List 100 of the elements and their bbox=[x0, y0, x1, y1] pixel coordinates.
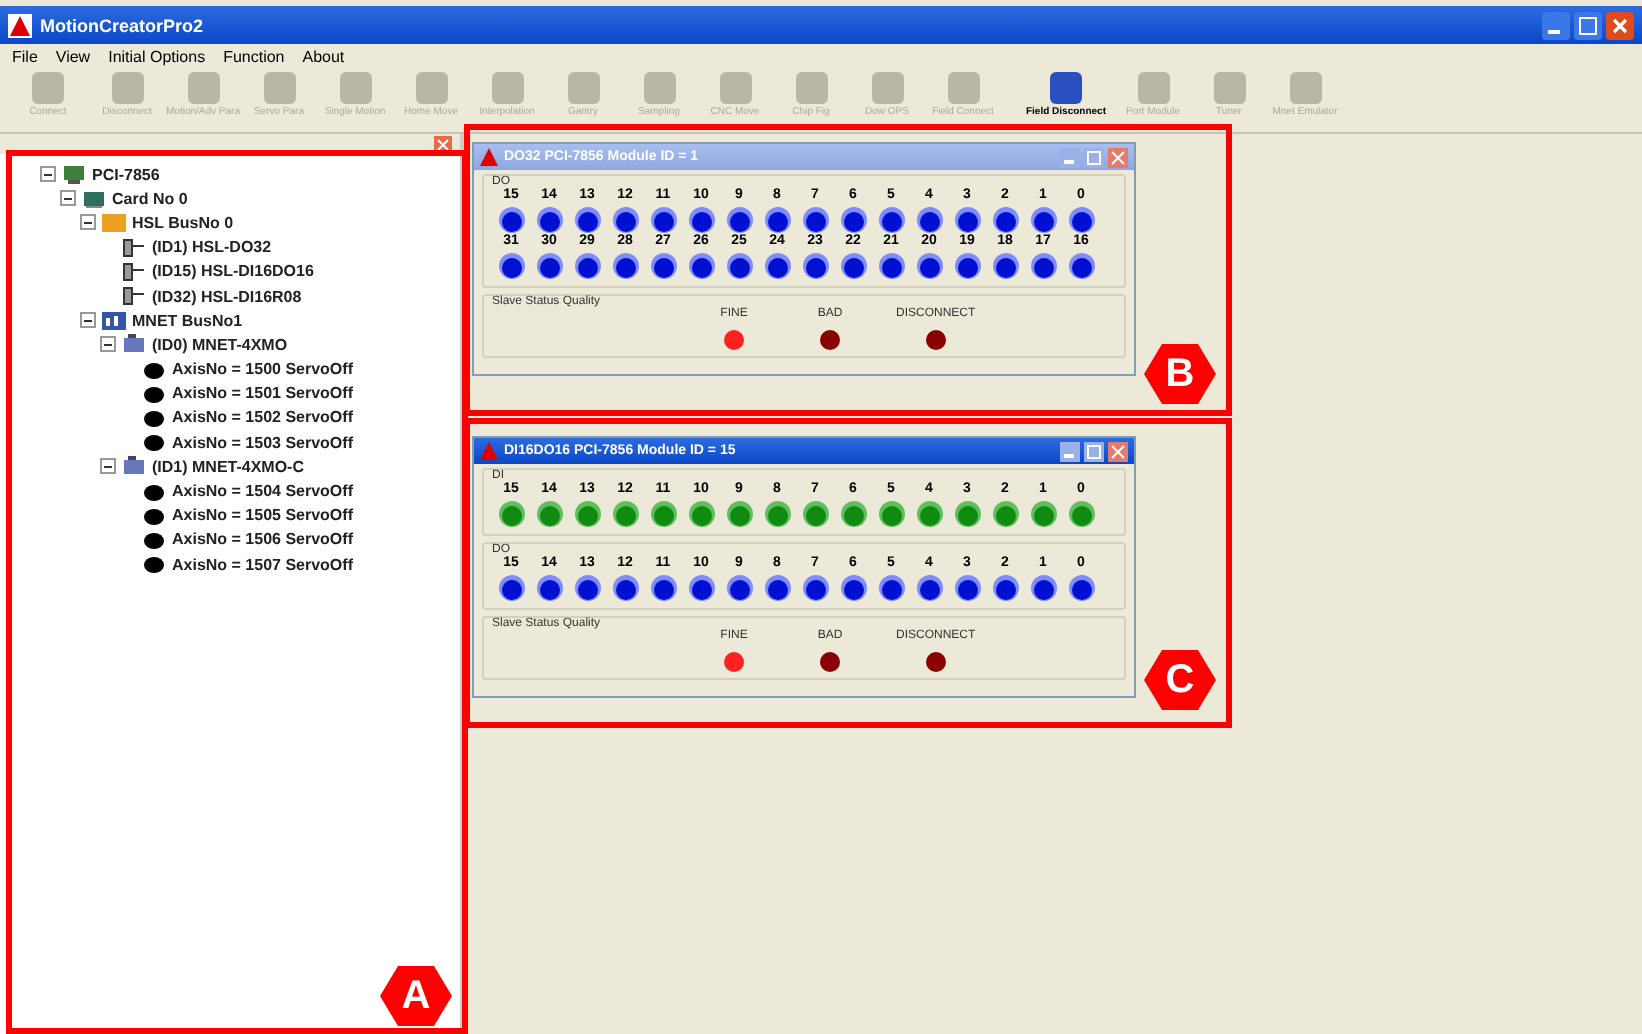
square-icon bbox=[28, 70, 68, 106]
led-icon bbox=[1029, 252, 1057, 280]
led-icon bbox=[649, 574, 677, 602]
square-icon bbox=[107, 70, 147, 106]
led-icon bbox=[687, 500, 715, 528]
square-icon bbox=[1133, 70, 1173, 106]
module-icon bbox=[122, 284, 146, 309]
led-icon bbox=[839, 574, 867, 602]
expand-toggle[interactable] bbox=[100, 336, 116, 353]
expand-toggle[interactable] bbox=[80, 312, 96, 329]
window-title: MotionCreatorPro2 bbox=[40, 15, 204, 35]
mnet-bus-icon bbox=[102, 308, 126, 333]
led-icon bbox=[953, 500, 981, 528]
square-icon bbox=[411, 70, 451, 106]
tree-item[interactable]: AxisNo = 1505 ServoOff bbox=[172, 506, 353, 525]
menu-item[interactable]: About bbox=[302, 47, 345, 65]
tree-item[interactable]: AxisNo = 1503 ServoOff bbox=[172, 433, 353, 452]
led-icon bbox=[649, 500, 677, 528]
led-icon bbox=[953, 574, 981, 602]
square-icon bbox=[183, 70, 223, 106]
tree-item[interactable]: (ID1) MNET-4XMO-C bbox=[152, 457, 304, 476]
led-icon bbox=[801, 574, 829, 602]
app-logo-icon bbox=[8, 13, 32, 37]
led-icon bbox=[573, 574, 601, 602]
mnet-module-icon bbox=[122, 454, 146, 479]
led-icon bbox=[877, 206, 905, 234]
tree-item[interactable]: Card No 0 bbox=[112, 189, 188, 208]
close-button[interactable] bbox=[1108, 441, 1128, 461]
led-icon bbox=[839, 206, 867, 234]
tree-item[interactable]: HSL BusNo 0 bbox=[132, 213, 234, 232]
led-icon bbox=[991, 574, 1019, 602]
led-icon bbox=[497, 206, 525, 234]
led-icon bbox=[953, 206, 981, 234]
led-icon bbox=[725, 574, 753, 602]
led-icon bbox=[649, 206, 677, 234]
led-icon bbox=[915, 252, 943, 280]
square-icon bbox=[943, 70, 983, 106]
led-icon bbox=[687, 574, 715, 602]
led-icon bbox=[611, 252, 639, 280]
led-icon bbox=[763, 574, 791, 602]
tree-item[interactable]: (ID1) HSL-DO32 bbox=[152, 238, 272, 257]
menu-item[interactable]: Function bbox=[223, 47, 285, 65]
led-icon bbox=[953, 252, 981, 280]
led-icon bbox=[763, 500, 791, 528]
square-icon bbox=[715, 70, 755, 106]
led-icon bbox=[497, 252, 525, 280]
tree-item[interactable]: PCI-7856 bbox=[92, 165, 160, 184]
tree-item[interactable]: AxisNo = 1501 ServoOff bbox=[172, 384, 353, 403]
led-icon bbox=[763, 206, 791, 234]
tree-item[interactable]: MNET BusNo1 bbox=[132, 311, 243, 330]
expand-toggle[interactable] bbox=[100, 458, 116, 475]
led-icon bbox=[1029, 206, 1057, 234]
led-icon bbox=[725, 500, 753, 528]
led-icon bbox=[535, 500, 563, 528]
led-icon bbox=[801, 206, 829, 234]
tree-item[interactable]: AxisNo = 1507 ServoOff bbox=[172, 555, 353, 574]
led-icon bbox=[611, 206, 639, 234]
axis-icon bbox=[142, 552, 166, 577]
annotation-badge: B bbox=[1144, 344, 1216, 404]
led-icon bbox=[915, 500, 943, 528]
menu-item[interactable]: View bbox=[55, 47, 91, 65]
led-icon bbox=[497, 500, 525, 528]
minimize-button[interactable] bbox=[1060, 441, 1080, 461]
close-button[interactable] bbox=[1606, 11, 1634, 39]
menu-item[interactable]: Initial Options bbox=[108, 47, 206, 65]
square-icon bbox=[1209, 70, 1249, 106]
square-icon bbox=[487, 70, 527, 106]
led-icon bbox=[801, 500, 829, 528]
axis-icon bbox=[142, 357, 166, 382]
led-icon bbox=[535, 574, 563, 602]
card-icon bbox=[82, 186, 106, 211]
tree-item[interactable]: AxisNo = 1500 ServoOff bbox=[172, 360, 353, 379]
tree-item[interactable]: AxisNo = 1506 ServoOff bbox=[172, 530, 353, 549]
led-icon bbox=[915, 206, 943, 234]
menu-item[interactable]: File bbox=[12, 47, 38, 65]
expand-toggle[interactable] bbox=[60, 190, 76, 207]
led-icon bbox=[725, 252, 753, 280]
tree-item[interactable]: (ID0) MNET-4XMO bbox=[152, 335, 288, 354]
led-icon bbox=[573, 500, 601, 528]
axis-icon bbox=[142, 527, 166, 552]
minimize-button[interactable] bbox=[1542, 11, 1570, 39]
led-icon bbox=[991, 252, 1019, 280]
expand-toggle[interactable] bbox=[40, 166, 56, 183]
app-logo-icon bbox=[480, 442, 498, 460]
square-icon bbox=[791, 70, 831, 106]
tree-item[interactable]: AxisNo = 1502 ServoOff bbox=[172, 408, 353, 427]
maximize-button[interactable] bbox=[1084, 441, 1104, 461]
led-icon bbox=[535, 206, 563, 234]
led-icon bbox=[649, 252, 677, 280]
annotation-badge: C bbox=[1144, 650, 1216, 710]
led-icon bbox=[1067, 206, 1095, 234]
expand-toggle[interactable] bbox=[80, 214, 96, 231]
restore-button[interactable] bbox=[1574, 11, 1602, 39]
tree-item[interactable]: (ID32) HSL-DI16R08 bbox=[152, 287, 302, 306]
led-icon bbox=[1067, 574, 1095, 602]
square-icon bbox=[335, 70, 375, 106]
tree-item[interactable]: (ID15) HSL-DI16DO16 bbox=[152, 262, 314, 281]
module-icon bbox=[122, 235, 146, 260]
tree-item[interactable]: AxisNo = 1504 ServoOff bbox=[172, 482, 353, 501]
close-button[interactable] bbox=[1108, 147, 1128, 167]
